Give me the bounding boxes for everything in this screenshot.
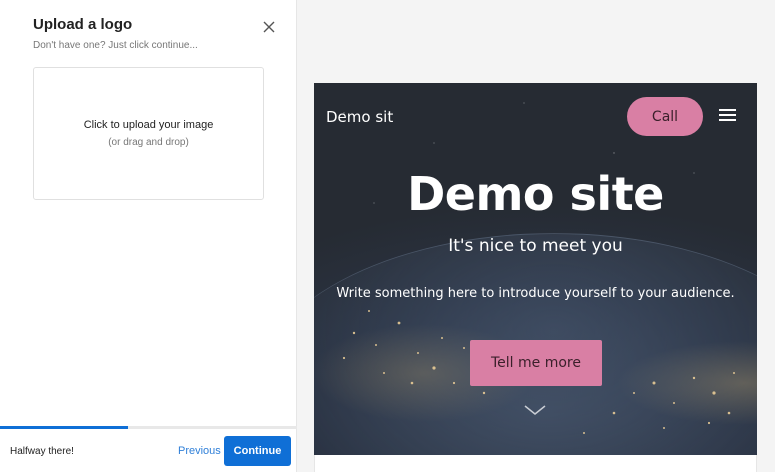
close-icon — [263, 21, 275, 33]
tell-me-more-button[interactable]: Tell me more — [470, 340, 602, 386]
preview-page-body — [314, 455, 757, 472]
chevron-down-icon[interactable] — [523, 403, 547, 417]
panel-title: Upload a logo — [33, 16, 133, 33]
upload-hint: (or drag and drop) — [108, 137, 189, 148]
upload-logo-panel: Upload a logo Don't have one? Just click… — [0, 0, 297, 472]
progress-bar — [0, 426, 297, 429]
call-button[interactable]: Call — [627, 97, 703, 136]
hamburger-menu-icon[interactable] — [719, 109, 736, 123]
previous-button[interactable]: Previous — [178, 445, 221, 457]
hero-title: Demo site — [407, 167, 664, 221]
close-button[interactable] — [259, 17, 279, 37]
progress-status: Halfway there! — [10, 446, 74, 457]
logo-upload-dropzone[interactable]: Click to upload your image (or drag and … — [33, 67, 264, 200]
earth-background-image — [342, 102, 735, 434]
hero-subtitle: It's nice to meet you — [448, 236, 623, 256]
upload-instruction: Click to upload your image — [83, 119, 214, 131]
site-name: Demo sit — [326, 108, 394, 126]
progress-fill — [0, 426, 128, 429]
continue-button[interactable]: Continue — [224, 436, 291, 466]
site-preview: Demo sit Call Demo site It's nice to mee… — [314, 83, 757, 455]
panel-subtitle: Don't have one? Just click continue... — [33, 40, 198, 51]
hero-intro-text: Write something here to introduce yourse… — [336, 286, 735, 301]
